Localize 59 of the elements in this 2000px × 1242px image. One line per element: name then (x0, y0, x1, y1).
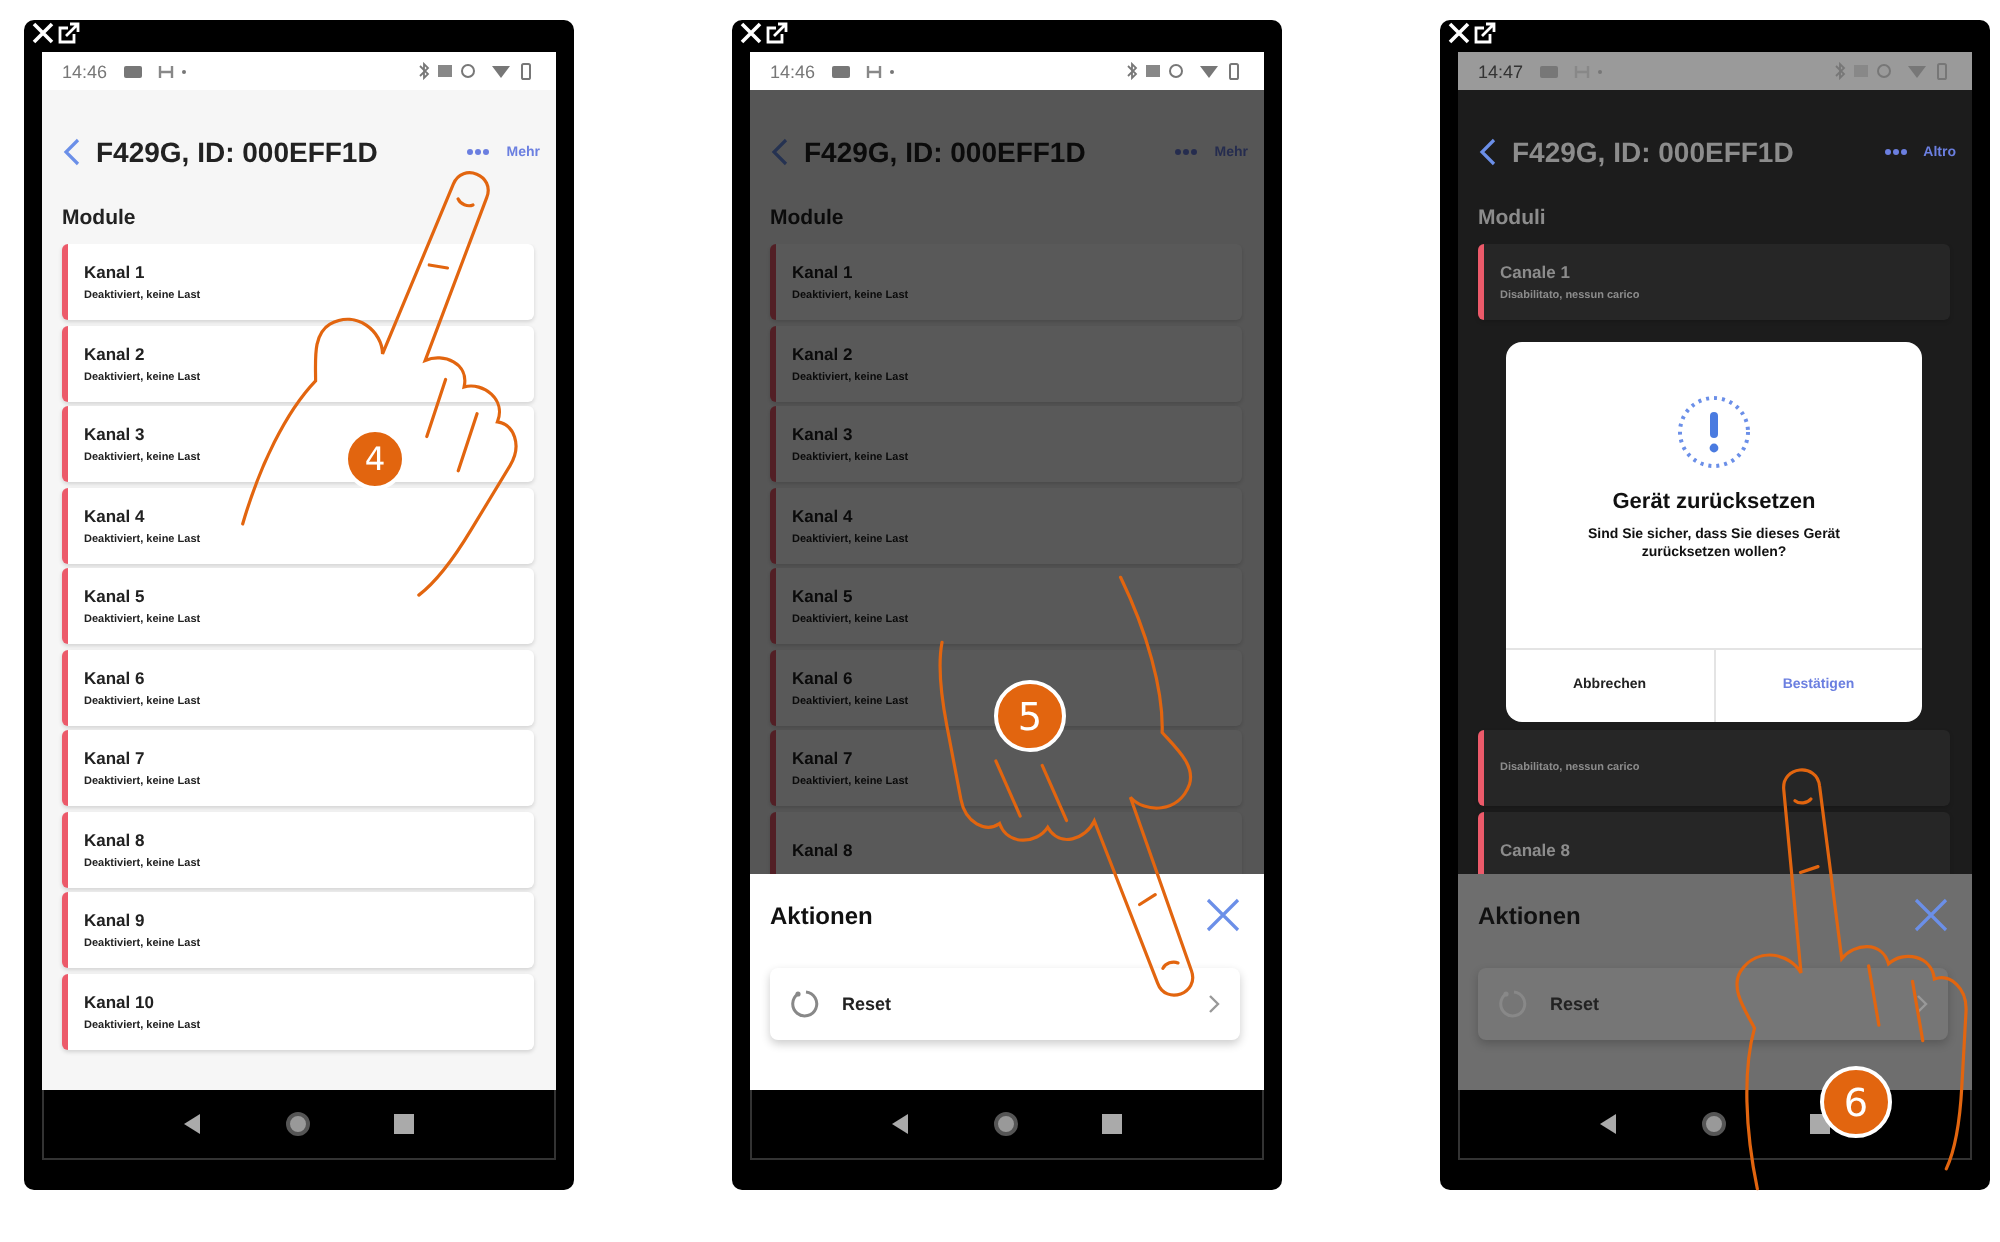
more-icon[interactable] (466, 148, 491, 156)
channel-title: Kanal 1 (792, 262, 853, 282)
back-icon[interactable] (62, 138, 80, 166)
page-title: F429G, ID: 000EFF1D (1512, 136, 1796, 168)
channel-title: Kanal 6 (792, 667, 853, 687)
back-icon[interactable] (1478, 138, 1496, 166)
refresh-icon (790, 988, 822, 1020)
home-nav-icon[interactable] (1699, 1110, 1728, 1138)
channel-title: Kanal 4 (84, 505, 145, 525)
chevron-right-icon (1208, 994, 1220, 1014)
recents-nav-icon[interactable] (1809, 1114, 1830, 1134)
status-time: 14:47 (1478, 61, 1524, 81)
channel-title: Kanal 6 (84, 667, 145, 687)
channel-title: Kanal 8 (84, 829, 145, 849)
channel-card[interactable]: Canale 8 (1478, 811, 1950, 874)
recents-nav-icon[interactable] (1101, 1114, 1122, 1134)
channel-title: Kanal 3 (792, 424, 853, 444)
channel-title: Canale 1 (1500, 262, 1570, 282)
channel-title: Kanal 8 (792, 839, 853, 859)
back-nav-icon[interactable] (1600, 1114, 1619, 1134)
section-title: Module (60, 204, 136, 234)
page-title: F429G, ID: 000EFF1D (804, 136, 1088, 168)
channel-title: Kanal 7 (792, 748, 853, 768)
home-nav-icon[interactable] (283, 1110, 312, 1138)
channel-title: Kanal 9 (84, 910, 145, 930)
home-nav-icon[interactable] (991, 1110, 1020, 1138)
more-icon[interactable] (1883, 148, 1908, 156)
section-title: Module (768, 204, 844, 234)
reset-action[interactable]: Reset (770, 968, 1240, 1040)
external-link-icon[interactable] (766, 22, 788, 44)
channel-title: Kanal 2 (792, 343, 853, 363)
dialog-title: Gerät zurücksetzen (1612, 489, 1816, 513)
channel-title: Kanal 7 (84, 748, 145, 768)
status-icons-drawing (1124, 62, 1244, 80)
channel-title: Kanal 5 (84, 586, 145, 606)
channel-title: Canale 8 (1500, 839, 1570, 859)
channel-title: Kanal 1 (84, 262, 145, 282)
channel-card[interactable]: Kanal 8 (770, 811, 1242, 874)
recents-nav-icon[interactable] (393, 1114, 414, 1134)
external-link-icon[interactable] (58, 22, 80, 44)
external-link-icon[interactable] (1474, 22, 1496, 44)
page-title: F429G, ID: 000EFF1D (96, 136, 380, 168)
back-nav-icon[interactable] (184, 1114, 203, 1134)
channel-title: Kanal 4 (792, 505, 853, 525)
sheet-title: Aktionen (1478, 901, 1581, 929)
back-nav-icon[interactable] (892, 1114, 911, 1134)
chevron-right-icon (1916, 994, 1928, 1014)
channel-title: Kanal 3 (84, 424, 145, 444)
channel-title: Kanal 5 (792, 586, 853, 606)
status-icons-drawing (416, 62, 536, 80)
sheet-title: Aktionen (770, 901, 873, 929)
reset-action[interactable]: Reset (1478, 968, 1948, 1040)
status-time: 14:46 (62, 61, 108, 81)
channel-title: Kanal 10 (84, 991, 154, 1011)
warning-icon (1676, 393, 1752, 469)
section-title: Moduli (1476, 204, 1546, 234)
status-time: 14:46 (770, 61, 816, 81)
status-icons-drawing (1832, 62, 1952, 80)
channel-title: Kanal 2 (84, 343, 145, 363)
